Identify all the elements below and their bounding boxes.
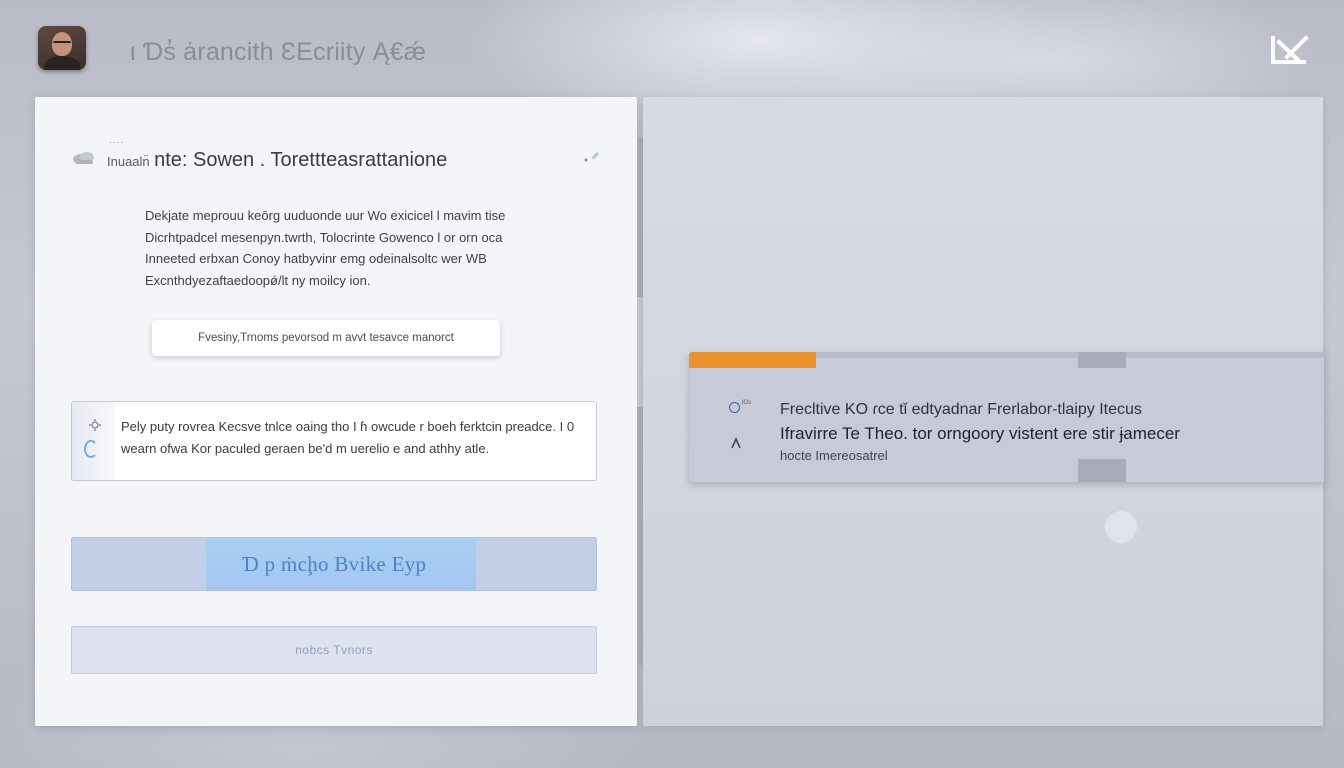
- notice-text: Pely puty rovrea Kecsve tnlce oaing tho …: [121, 419, 575, 456]
- panel-dots: ....: [109, 135, 125, 146]
- avatar-body: [44, 56, 80, 70]
- left-panel: .... Inuaaln̈ nte: Sowen . Torettteasrat…: [35, 97, 637, 726]
- toast-line-2: Ifravirre Te Theo. tor orngoory vistent …: [780, 424, 1180, 443]
- panel-header: Inuaaln̈ nte: Sowen . Torettteasrattanio…: [107, 149, 447, 172]
- toast-line-3: hocte Imereosatrel: [780, 448, 888, 463]
- toast-notification[interactable]: ᴵᴼˢ Frecltive KO ɾce tǐ edtyadnar Frerla…: [689, 352, 1324, 482]
- primary-button-label: Ɗ p ṁcḩo Bvike Eyp: [241, 551, 427, 576]
- user-avatar[interactable]: [38, 26, 86, 70]
- toast-marker-top: [1078, 352, 1126, 368]
- avatar-glasses: [53, 41, 71, 47]
- toast-text: Frecltive KO ɾce tǐ edtyadnar Frerlabor-…: [780, 398, 1300, 466]
- hint-pill[interactable]: Fvesiny,Trnoms pevorsod m avvt tesavce m…: [152, 320, 500, 356]
- gear-icon: [89, 418, 101, 431]
- app-title: ι Ɗs̓ ȧrancith ƐEcriity Ą€ǽ: [130, 38, 427, 66]
- pin-icon[interactable]: [583, 149, 601, 165]
- notice-box: Pely puty rovrea Kecsve tnlce oaing tho …: [71, 401, 597, 481]
- close-icon[interactable]: [1270, 32, 1310, 66]
- description-text: Dekjate meprouu keōrg uuduonde uur Wo ex…: [145, 208, 506, 288]
- primary-button[interactable]: Ɗ p ṁcḩo Bvike Eyp: [71, 537, 597, 591]
- panel-header-small: Inuaaln̈: [107, 154, 150, 169]
- background-spot: [1105, 511, 1137, 543]
- toast-line-1: Frecltive KO ɾce tǐ edtyadnar Frerlabor-…: [780, 401, 1142, 418]
- cloud-icon: [71, 149, 97, 169]
- panel-header-title: nte: Sowen . Torettteasrattanione: [154, 149, 448, 171]
- loading-icon: [84, 440, 98, 458]
- info-circle-icon: [729, 402, 740, 413]
- toast-icon-label: ᴵᴼˢ: [742, 398, 752, 408]
- toast-progress-fill: [689, 352, 816, 368]
- arrow-up-icon[interactable]: [729, 436, 743, 450]
- secondary-button[interactable]: nobcs Tvnors: [71, 626, 597, 674]
